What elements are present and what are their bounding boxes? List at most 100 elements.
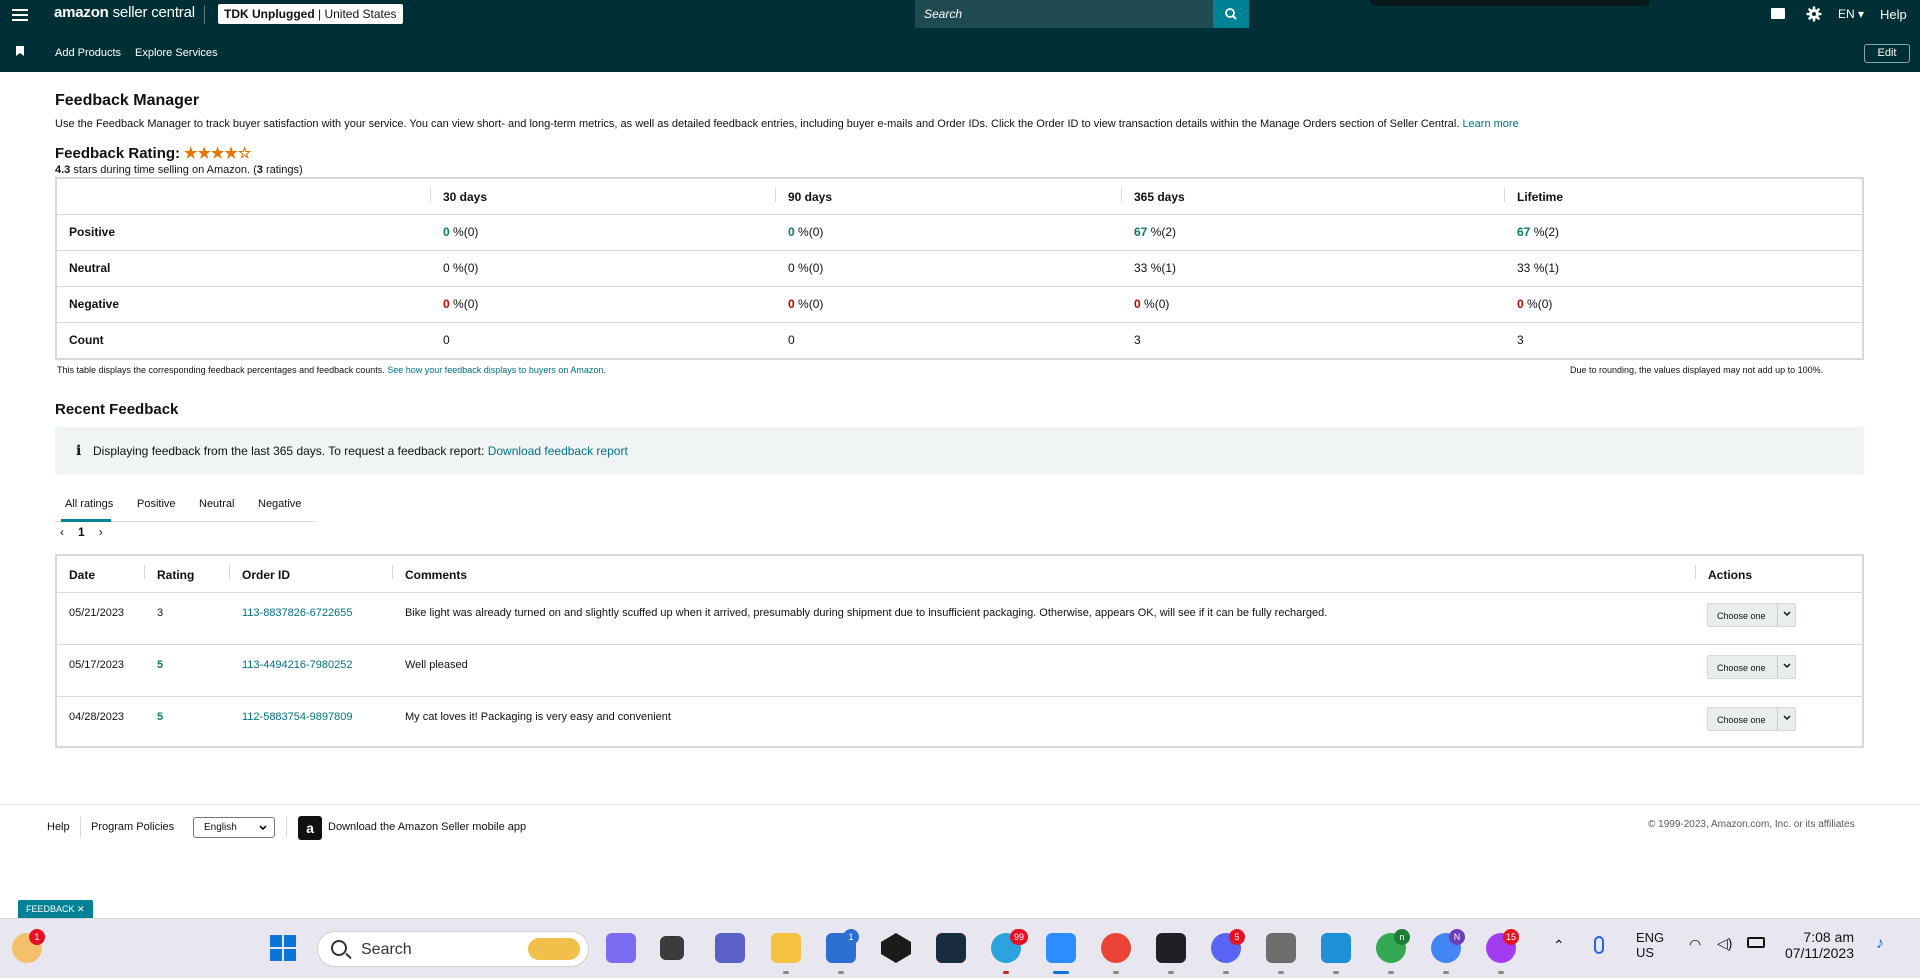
metrics-cell: 0 %(0) [1134, 297, 1170, 311]
taskbar-search-box[interactable]: Search [317, 931, 589, 967]
dropbox-icon[interactable] [881, 933, 911, 963]
input-language[interactable]: ENG US [1636, 930, 1664, 960]
actions-dropdown[interactable]: Choose one [1707, 655, 1796, 679]
store-selector[interactable]: TDK Unplugged | United States [218, 4, 403, 24]
next-page-icon[interactable]: › [99, 525, 103, 539]
feedback-widget-button[interactable]: FEEDBACK ✕ [18, 900, 93, 918]
program-policies-link[interactable]: Program Policies [91, 821, 174, 833]
column-divider [775, 188, 776, 202]
col-date[interactable]: Date [69, 568, 95, 582]
microphone-icon[interactable] [1594, 936, 1604, 954]
file-explorer-icon[interactable] [771, 933, 801, 963]
learn-more-link[interactable]: Learn more [1462, 118, 1518, 130]
metrics-col-90-days: 90 days [788, 190, 833, 204]
explore-services-link[interactable]: Explore Services [135, 47, 218, 59]
top-search-input[interactable] [915, 0, 1213, 28]
metrics-cell: 67 %(2) [1134, 225, 1177, 239]
copyright-text: © 1999-2023, Amazon.com, Inc. or its aff… [1648, 819, 1855, 830]
info-icon: i [76, 443, 82, 459]
top-navigation-bar: amazon seller central TDK Unplugged | Un… [0, 0, 1920, 29]
search-highlight-icon [528, 938, 580, 960]
copilot-icon[interactable] [606, 933, 636, 963]
row-comment: Bike light was already turned on and sli… [405, 607, 1328, 619]
col-rating[interactable]: Rating [157, 568, 194, 582]
table-row: 05/21/2023 3 113-8837826-6722655 Bike li… [57, 592, 1862, 644]
teams-icon[interactable] [715, 933, 745, 963]
add-products-link[interactable]: Add Products [55, 47, 121, 59]
notepad-icon[interactable] [1321, 933, 1351, 963]
actions-dropdown-label: Choose one [1717, 611, 1766, 621]
notification-bell-icon[interactable]: ♪ [1876, 935, 1884, 953]
zoom-icon[interactable] [1046, 933, 1076, 963]
rating-filter-tabs: All ratings Positive Neutral Negative [55, 488, 315, 522]
taskbar-search-text: Search [361, 941, 412, 958]
calculator-icon[interactable] [1266, 933, 1296, 963]
mail-icon[interactable] [1771, 8, 1785, 19]
col-comments[interactable]: Comments [405, 568, 467, 582]
actions-dropdown-label: Choose one [1717, 715, 1766, 725]
battery-icon[interactable] [1747, 937, 1765, 948]
wifi-icon[interactable]: ◠ [1689, 936, 1701, 953]
menu-icon[interactable] [12, 6, 28, 22]
download-app-link[interactable]: Download the Amazon Seller mobile app [328, 821, 526, 833]
search-button[interactable] [1213, 0, 1249, 28]
feedback-display-link[interactable]: See how your feedback displays to buyers… [387, 365, 606, 375]
metrics-cell: 33 %(1) [1134, 261, 1177, 275]
col-actions: Actions [1708, 568, 1753, 582]
order-id-link[interactable]: 112-5883754-9897809 [242, 711, 353, 723]
amazon-app-icon[interactable]: a [298, 816, 322, 840]
profile-badge: N [1449, 929, 1465, 945]
row-rating: 3 [157, 607, 164, 619]
col-order-id[interactable]: Order ID [242, 568, 290, 582]
tab-neutral[interactable]: Neutral [199, 498, 234, 510]
tab-negative[interactable]: Negative [258, 498, 301, 510]
running-indicator [783, 971, 789, 974]
feedback-table: Date Rating Order ID Comments Actions 05… [55, 554, 1864, 748]
gear-icon[interactable] [1806, 6, 1822, 25]
clock[interactable]: 7:08 am 07/11/2023 [1784, 929, 1854, 961]
previous-page-icon[interactable]: ‹ [60, 525, 64, 539]
windows-start-icon[interactable] [268, 933, 298, 963]
footer-language-select[interactable]: English [193, 817, 275, 838]
current-page-number[interactable]: 1 [78, 525, 85, 539]
row-date: 04/28/2023 [69, 711, 125, 723]
logo-divider [204, 5, 205, 24]
active-indicator [1053, 971, 1069, 974]
running-indicator [1388, 971, 1394, 974]
actions-dropdown[interactable]: Choose one [1707, 707, 1796, 731]
binance-icon[interactable] [1156, 933, 1186, 963]
chevron-down-icon [1783, 611, 1791, 617]
recent-feedback-title: Recent Feedback [55, 401, 179, 418]
bookmark-icon[interactable] [16, 46, 24, 56]
metrics-cell: 0 %(0) [788, 225, 824, 239]
column-divider [1695, 565, 1696, 579]
metrics-col-365-days: 365 days [1134, 190, 1185, 204]
store-name: TDK Unplugged [224, 7, 315, 21]
running-indicator [1223, 971, 1229, 974]
logo-amazon-text: amazon [54, 4, 109, 21]
chevron-up-icon[interactable]: ⌃ [1553, 937, 1565, 954]
volume-icon[interactable]: ◁) [1717, 935, 1732, 952]
edit-nav-button[interactable]: Edit [1864, 44, 1910, 63]
metrics-cell: 3 [1517, 333, 1524, 347]
chrome-icon[interactable] [1101, 933, 1131, 963]
order-id-link[interactable]: 113-8837826-6722655 [242, 607, 353, 619]
metrics-cell: 0 %(0) [443, 225, 479, 239]
logo-seller-central-text: seller central [108, 4, 195, 21]
task-view-icon[interactable] [660, 936, 684, 960]
actions-dropdown[interactable]: Choose one [1707, 603, 1796, 627]
feedback-rating-label: Feedback Rating: [55, 145, 181, 162]
tab-all-ratings[interactable]: All ratings [65, 498, 113, 510]
amazon-seller-central-logo[interactable]: amazon seller central [54, 4, 195, 21]
metrics-cell: 33 %(1) [1517, 261, 1560, 275]
running-indicator [1113, 971, 1119, 974]
tab-positive[interactable]: Positive [137, 498, 176, 510]
footer-help-link[interactable]: Help [47, 821, 70, 833]
app-icon[interactable] [936, 933, 966, 963]
order-id-link[interactable]: 113-4494216-7980252 [242, 659, 353, 671]
notification-badge: 5 [1229, 929, 1245, 945]
metrics-cell: 0 %(0) [788, 261, 824, 275]
download-feedback-report-link[interactable]: Download feedback report [488, 444, 628, 458]
page-title: Feedback Manager [55, 92, 200, 109]
chevron-down-icon [259, 825, 267, 831]
